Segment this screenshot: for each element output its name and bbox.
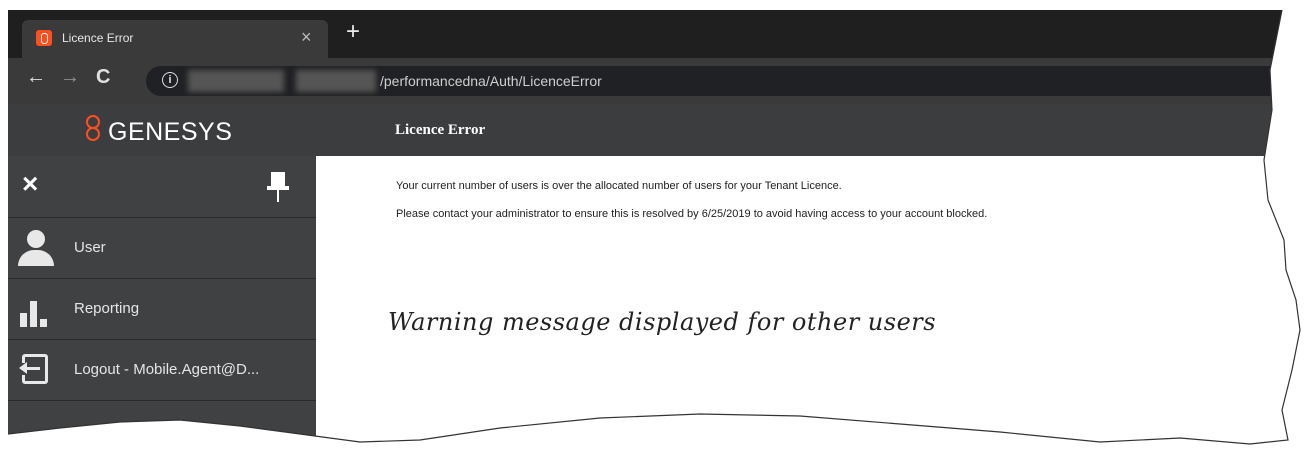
screenshot-cutout: Licence Error × + ← → C i /performancedn…	[8, 10, 1300, 444]
app-header: GENESYS Licence Error	[8, 104, 1300, 156]
browser-tab-bar: Licence Error × +	[8, 10, 1300, 58]
sidebar: × User Reporting Logout - Mobile.Agent@D…	[8, 156, 316, 444]
sidebar-item-label: User	[74, 239, 106, 256]
site-info-icon[interactable]: i	[162, 72, 178, 88]
genesys-logo-icon	[86, 115, 100, 141]
user-icon	[18, 230, 54, 266]
sidebar-item-label: Reporting	[74, 300, 140, 317]
licence-warning-text: Your current number of users is over the…	[396, 180, 842, 192]
forward-arrow-icon[interactable]: →	[60, 66, 80, 89]
sidebar-top: ×	[8, 156, 316, 218]
annotation-caption: Warning message displayed for other user…	[388, 308, 937, 336]
sidebar-item-reporting[interactable]: Reporting	[8, 279, 316, 340]
reload-icon[interactable]: C	[96, 66, 110, 89]
tab-title: Licence Error	[62, 31, 134, 45]
sidebar-item-label: Logout - Mobile.Agent@D...	[74, 361, 260, 378]
sidebar-item-user[interactable]: User	[8, 218, 316, 279]
back-arrow-icon[interactable]: ←	[26, 66, 46, 89]
close-icon[interactable]: ×	[22, 170, 38, 198]
bar-chart-icon	[18, 291, 54, 327]
url-field[interactable]: i /performancedna/Auth/LicenceError	[146, 66, 1296, 96]
url-text: /performancedna/Auth/LicenceError	[380, 73, 602, 89]
pin-icon[interactable]	[267, 172, 289, 204]
redacted-host	[188, 70, 284, 92]
sidebar-item-logout[interactable]: Logout - Mobile.Agent@D...	[8, 340, 316, 401]
logout-icon	[18, 352, 54, 388]
main-content: Your current number of users is over the…	[316, 156, 1300, 444]
browser-tab[interactable]: Licence Error ×	[22, 20, 328, 58]
page-title: Licence Error	[395, 122, 486, 138]
licence-contact-text: Please contact your administrator to ens…	[396, 208, 988, 220]
browser-address-bar: ← → C i /performancedna/Auth/LicenceErro…	[8, 58, 1300, 104]
genesys-favicon-icon	[36, 30, 52, 46]
tab-close-icon[interactable]: ×	[301, 27, 312, 48]
genesys-logo-text: GENESYS	[108, 118, 233, 146]
new-tab-button[interactable]: +	[346, 20, 360, 44]
redacted-host	[296, 70, 376, 92]
